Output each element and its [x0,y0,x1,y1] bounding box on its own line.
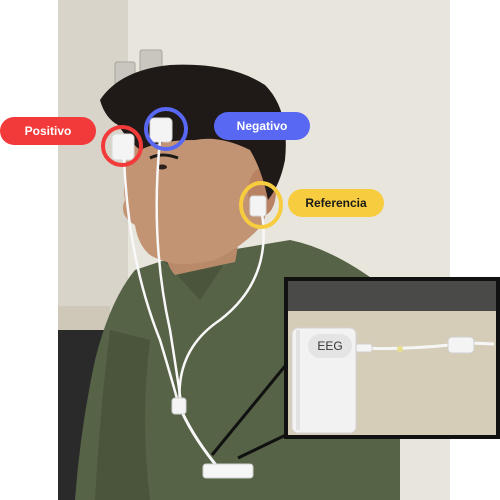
referencia-label: Referencia [288,189,384,217]
inset-cable-bead [397,346,403,352]
cable-clip [171,397,187,415]
inset-zoom-panel [284,277,500,439]
positivo-label: Positivo [0,117,96,145]
electrode-referencia [249,195,267,217]
inset-top-surface [288,281,496,311]
inset-device-shade [296,330,300,430]
inset-eeg-label: EEG [308,334,352,358]
photo-scene [58,0,500,500]
electrode-positivo [111,133,135,161]
negativo-label: Negativo [214,112,310,140]
device-on-lap [202,463,254,479]
inset-connector [447,336,475,354]
desk-left [58,306,110,334]
inset-plug [355,343,373,353]
electrode-negativo [149,117,173,143]
